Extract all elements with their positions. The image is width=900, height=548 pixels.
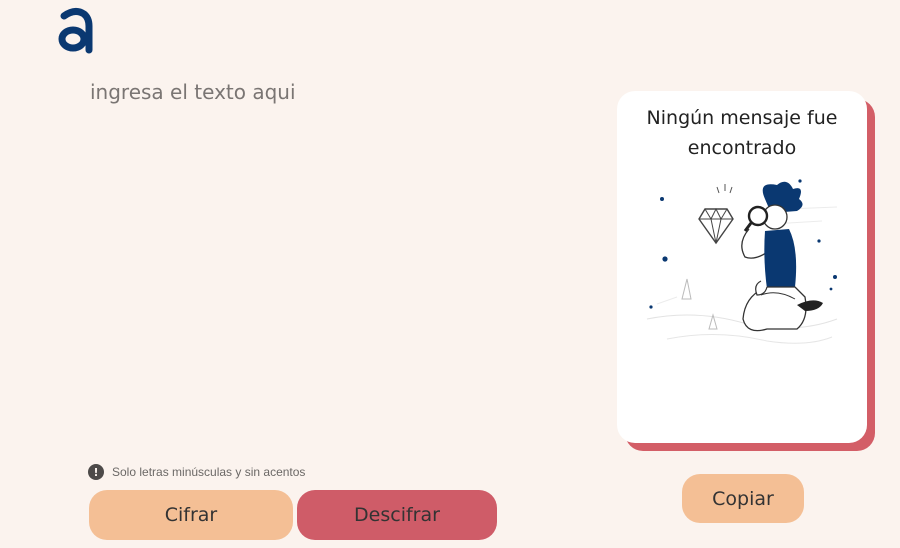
encrypt-button[interactable]: Cifrar xyxy=(89,490,293,540)
copy-button[interactable]: Copiar xyxy=(682,474,804,523)
logo-icon xyxy=(58,7,93,54)
message-input[interactable] xyxy=(86,76,586,446)
hint-text: Solo letras minúsculas y sin acentos xyxy=(112,465,306,479)
exclamation-icon: ! xyxy=(88,464,104,480)
decrypt-button[interactable]: Descifrar xyxy=(297,490,497,540)
no-message-text: Ningún mensaje fue encontrado xyxy=(646,107,838,159)
output-card: Ningún mensaje fue encontrado xyxy=(617,91,867,443)
search-illustration xyxy=(646,179,838,344)
hint-row: ! Solo letras minúsculas y sin acentos xyxy=(88,464,305,480)
